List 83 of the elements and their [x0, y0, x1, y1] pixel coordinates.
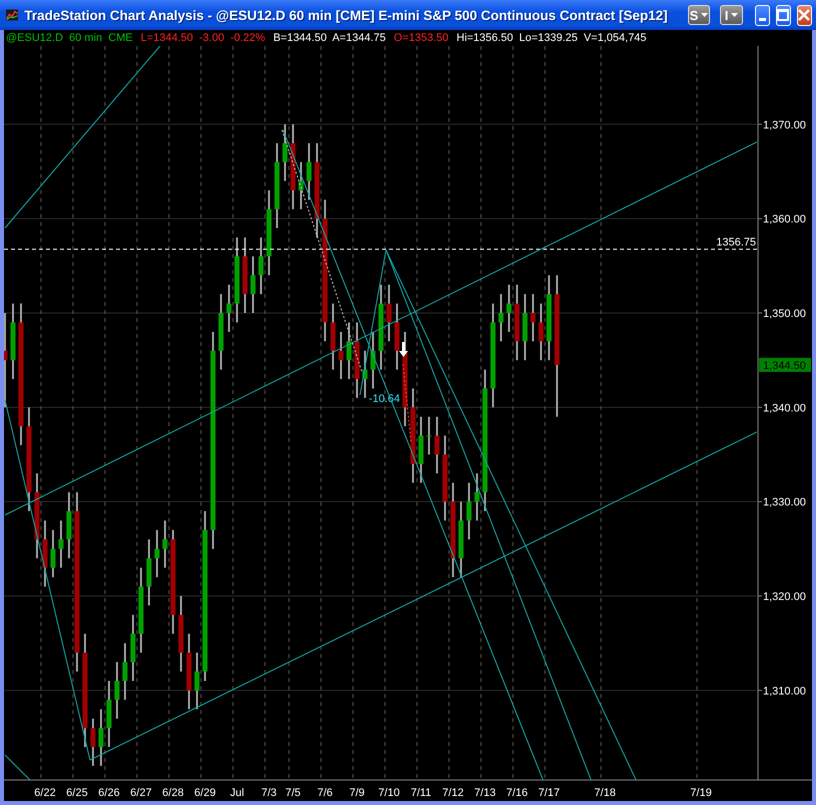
date-axis-label: 6/29 — [194, 787, 216, 799]
price-candle — [42, 520, 48, 587]
price-candle — [522, 294, 528, 360]
price-candle — [394, 304, 400, 370]
date-axis-label: 7/13 — [474, 787, 496, 799]
price-candle — [538, 304, 544, 360]
price-candle — [370, 332, 376, 388]
date-axis-label: 7/18 — [594, 787, 616, 799]
price-axis-label: 1,340.00 — [763, 402, 806, 414]
window-title: TradeStation Chart Analysis - @ESU12.D 60 min [CME] E-mini S&P 500 Continuous Contract [Sep12] — [24, 8, 668, 22]
price-candle — [130, 614, 136, 681]
price-candle — [154, 530, 160, 578]
price-candle — [98, 709, 104, 766]
price-axis-label: 1,310.00 — [763, 685, 806, 698]
price-candle — [474, 473, 480, 521]
price-candle — [506, 284, 512, 332]
price-axis-label: 1,360.00 — [763, 214, 806, 226]
date-axis-label: 6/27 — [130, 787, 152, 799]
maximize-icon — [777, 9, 790, 21]
quote-field: L=1344.50 -3.00 -0.22% — [140, 32, 266, 44]
price-axis-label: 1,330.00 — [763, 496, 806, 509]
price-candle — [58, 520, 64, 568]
price-candle — [146, 539, 152, 606]
date-axis-label: 7/17 — [538, 787, 560, 799]
caret-icon — [701, 13, 708, 17]
minimize-button[interactable] — [754, 4, 770, 26]
price-candle — [162, 520, 168, 568]
price-candle — [66, 492, 72, 558]
price-candle — [50, 530, 56, 578]
quote-field: B=1344.50 A=1344.75 — [273, 32, 386, 44]
price-candle — [346, 322, 352, 380]
last-price-tag: 1,344.50 — [759, 358, 811, 372]
dropdown-button[interactable]: I — [720, 5, 743, 25]
quote-field: @ESU12.D 60 min CME — [6, 32, 133, 44]
price-candle — [306, 143, 312, 200]
price-axis-label: 1,320.00 — [763, 591, 806, 604]
price-level-label: 1356.75 — [716, 236, 756, 248]
date-axis-label: 7/11 — [410, 787, 432, 799]
date-axis-label: 7/3 — [261, 787, 277, 799]
date-axis-label: 7/16 — [506, 787, 528, 799]
price-candle — [362, 350, 368, 398]
down-arrow-icon — [399, 342, 408, 357]
minimize-icon — [758, 18, 766, 20]
date-axis-label: 6/25 — [66, 787, 88, 799]
date-axis-label: 7/5 — [285, 787, 301, 799]
price-candle — [114, 662, 120, 719]
price-candle — [258, 238, 264, 294]
price-candle — [250, 256, 256, 313]
price-candle — [330, 304, 336, 370]
price-candle — [386, 284, 392, 342]
maximize-button[interactable] — [776, 4, 791, 26]
price-candle — [282, 124, 288, 181]
caret-icon — [731, 13, 738, 17]
date-axis-label: 7/10 — [378, 787, 400, 799]
price-candle — [106, 680, 112, 747]
close-icon — [798, 9, 810, 21]
date-axis-label: 7/12 — [442, 787, 464, 799]
price-candle — [298, 162, 304, 210]
price-candle — [122, 643, 128, 700]
price-candle — [194, 652, 200, 710]
price-candle — [418, 416, 424, 483]
date-axis-label: 7/9 — [349, 787, 365, 799]
chart-app-icon — [6, 7, 18, 23]
date-axis-label: 6/28 — [162, 787, 184, 799]
price-candle — [426, 416, 432, 454]
date-axis-label: 6/22 — [34, 787, 56, 799]
quote-field: Hi=1356.50 Lo=1339.25 V=1,054,745 — [456, 32, 646, 44]
price-candle — [90, 718, 96, 766]
price-axis-label: 1,350.00 — [763, 308, 806, 320]
dropdown-button[interactable]: S — [688, 5, 710, 25]
date-axis-label: 7/6 — [317, 787, 333, 799]
price-candle — [466, 482, 472, 540]
price-candle — [434, 416, 440, 474]
price-candle — [530, 294, 536, 342]
price-candle — [226, 284, 232, 332]
quote-field: O=1353.50 — [394, 32, 448, 44]
date-axis-label: 7/19 — [690, 787, 712, 799]
date-axis-label: 6/26 — [98, 787, 120, 799]
price-axis-label: 1,370.00 — [763, 119, 806, 132]
price-candle — [338, 332, 344, 380]
date-axis-label: Jul — [230, 787, 244, 799]
close-button[interactable] — [796, 4, 812, 26]
price-candle — [498, 294, 504, 342]
